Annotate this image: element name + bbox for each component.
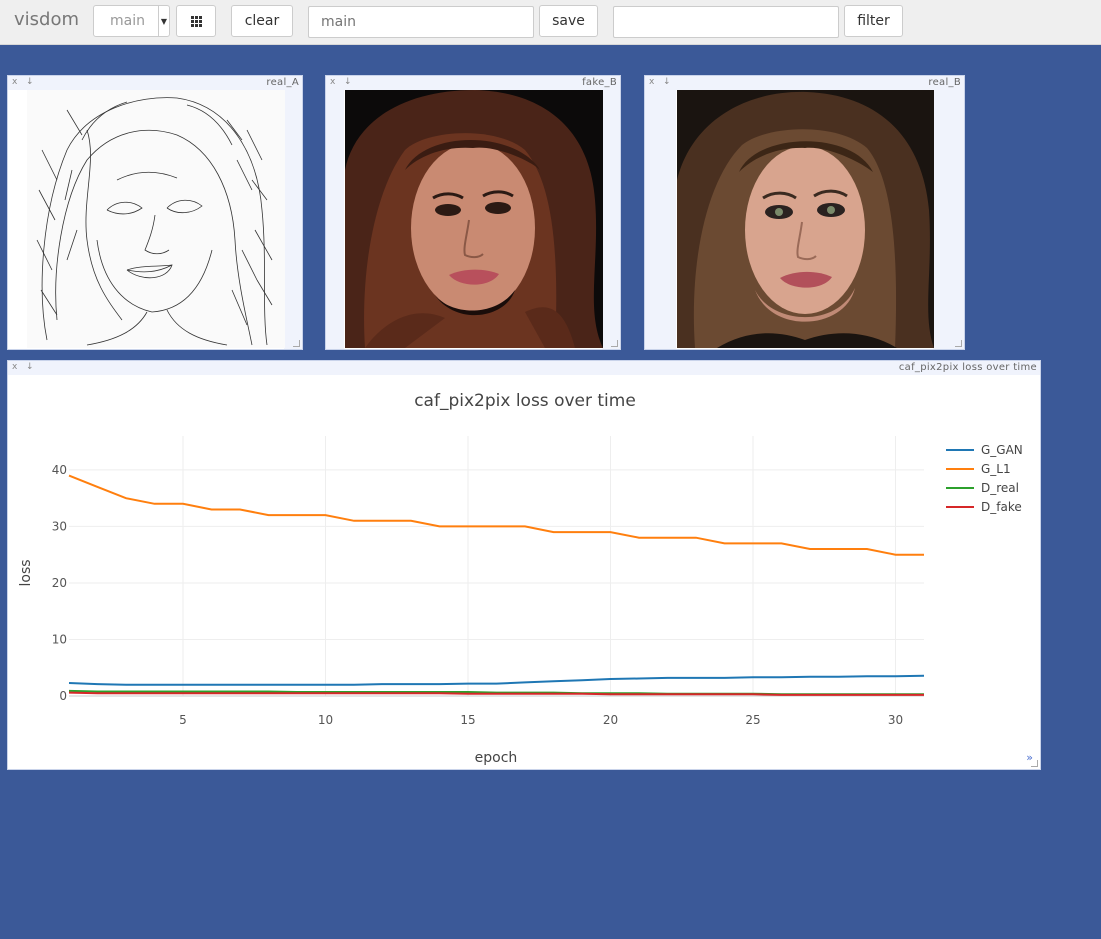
series-line-G_GAN — [68, 674, 925, 686]
pane-title: fake_B — [582, 77, 617, 88]
image-pane-real-b[interactable]: x ↓ real_B — [644, 75, 965, 350]
chart-legend: G_GAN G_L1 D_real D_fake — [946, 443, 1023, 514]
photo-portrait-image — [677, 90, 934, 348]
resize-handle[interactable] — [1031, 760, 1038, 767]
close-icon[interactable]: x — [649, 77, 654, 87]
x-axis-label: epoch — [475, 750, 518, 766]
image-pane-real-a[interactable]: x ↓ real_A — [7, 75, 303, 350]
pane-titlebar[interactable] — [326, 76, 620, 90]
x-tick-label: 20 — [603, 713, 618, 727]
download-icon[interactable]: ↓ — [663, 77, 671, 87]
x-tick-label: 10 — [318, 713, 333, 727]
environment-select[interactable]: main ▼ — [93, 5, 170, 37]
legend-label: G_L1 — [981, 462, 1011, 476]
brand-logo: visdom — [14, 9, 80, 30]
download-icon[interactable]: ↓ — [26, 77, 34, 87]
x-tick-label: 15 — [460, 713, 475, 727]
y-axis-label: loss — [18, 559, 34, 586]
resize-handle[interactable] — [955, 340, 962, 347]
x-tick-label: 5 — [179, 713, 187, 727]
grid-icon — [190, 15, 202, 27]
line-chart-pane[interactable]: x ↓ caf_pix2pix loss over time 5 10 15 20 25… — [7, 360, 1041, 770]
filter-input[interactable] — [613, 6, 839, 38]
generated-portrait-image — [345, 90, 603, 348]
x-tick-label: 25 — [745, 713, 760, 727]
x-tick-label: 30 — [888, 713, 903, 727]
pane-titlebar[interactable] — [645, 76, 964, 90]
close-icon[interactable]: x — [12, 77, 17, 87]
legend-label: D_fake — [981, 500, 1022, 514]
y-tick-label: 0 — [59, 689, 67, 703]
caret-down-icon[interactable]: ▼ — [158, 6, 169, 36]
layout-grid-button[interactable] — [176, 5, 216, 37]
legend-label: D_real — [981, 481, 1019, 495]
series-line-G_L1 — [68, 474, 924, 556]
y-tick-label: 20 — [52, 576, 67, 590]
pane-titlebar[interactable] — [8, 76, 302, 90]
y-tick-label: 30 — [52, 519, 67, 533]
chart-gridlines — [69, 436, 924, 697]
chart-title: caf_pix2pix loss over time — [414, 391, 636, 411]
resize-handle[interactable] — [611, 340, 618, 347]
pane-title: real_B — [928, 77, 961, 88]
filter-button[interactable]: filter — [844, 5, 903, 37]
environment-name-input[interactable] — [308, 6, 534, 38]
toolbar: visdom main ▼ clear save filter — [0, 0, 1101, 45]
chart-series — [68, 474, 925, 696]
y-tick-label: 40 — [52, 463, 67, 477]
download-icon[interactable]: ↓ — [344, 77, 352, 87]
resize-handle[interactable] — [293, 340, 300, 347]
y-tick-label: 10 — [52, 632, 67, 646]
image-pane-fake-b[interactable]: x ↓ fake_B — [325, 75, 621, 350]
pane-title: real_A — [266, 77, 299, 88]
environment-select-value: main — [110, 13, 145, 29]
edge-sketch-image — [27, 90, 285, 348]
legend-label: G_GAN — [981, 443, 1023, 457]
close-icon[interactable]: x — [330, 77, 335, 87]
loss-line-chart: 5 10 15 20 25 30 0 10 20 30 40 caf_pix2pix loss ov… — [18, 391, 1023, 766]
save-button[interactable]: save — [539, 5, 598, 37]
chart-axes: 5 10 15 20 25 30 0 10 20 30 40 — [52, 463, 903, 727]
clear-button[interactable]: clear — [231, 5, 293, 37]
